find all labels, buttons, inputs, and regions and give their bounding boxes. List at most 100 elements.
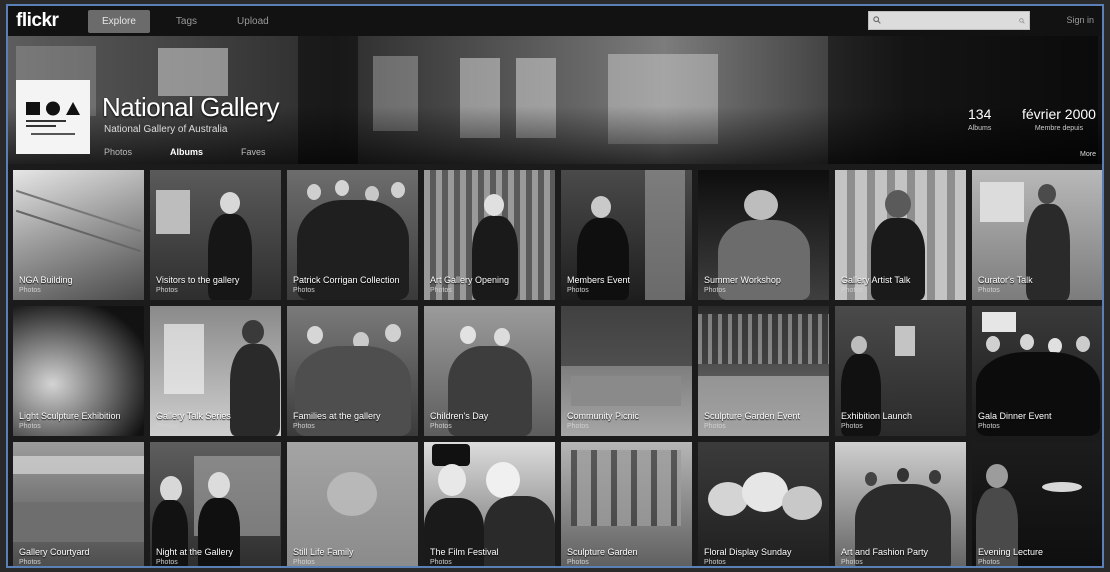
album-tile[interactable]: Summer Workshop Photos — [698, 170, 829, 300]
nav-explore[interactable]: Explore — [88, 9, 150, 33]
album-tile[interactable]: Light Sculpture Exhibition Photos — [13, 306, 144, 436]
album-tile[interactable]: Families at the gallery Photos — [287, 306, 418, 436]
album-tile[interactable]: Visitors to the gallery Photos — [150, 170, 281, 300]
album-title: Gallery Talk Series — [156, 411, 231, 421]
search-input[interactable] — [869, 12, 1019, 29]
gallery-avatar-logo[interactable] — [16, 80, 90, 154]
album-count: Photos — [430, 423, 452, 430]
album-count: Photos — [567, 559, 589, 566]
album-tile[interactable]: Exhibition Launch Photos — [835, 306, 966, 436]
album-count: Photos — [156, 287, 178, 294]
stat-member-since-label: Membre depuis — [1034, 125, 1084, 132]
album-title: Still Life Family — [293, 547, 354, 557]
stat-member-since: février 2000 Membre depuis — [1022, 106, 1096, 132]
album-title: Visitors to the gallery — [156, 275, 240, 285]
album-title: The Film Festival — [430, 547, 499, 557]
tab-albums[interactable]: Albums — [170, 147, 203, 157]
album-title: Art and Fashion Party — [841, 547, 929, 557]
profile-subtitle: National Gallery of Australia — [104, 124, 228, 135]
album-title: Families at the gallery — [293, 411, 381, 421]
stat-albums-label: Albums — [968, 125, 992, 132]
nav-upload[interactable]: Upload — [223, 10, 283, 33]
album-tile[interactable]: Children's Day Photos — [424, 306, 555, 436]
album-count: Photos — [430, 559, 452, 566]
album-count: Photos — [156, 559, 178, 566]
album-tile[interactable]: The Film Festival Photos — [424, 442, 555, 566]
album-title: Curator's Talk — [978, 275, 1033, 285]
album-count: Photos — [841, 423, 863, 430]
album-tile[interactable]: Curator's Talk Photos — [972, 170, 1102, 300]
album-tile[interactable]: Sculpture Garden Photos — [561, 442, 692, 566]
album-count: Photos — [293, 287, 315, 294]
sign-in-link[interactable]: Sign in — [1066, 15, 1094, 25]
tab-photos[interactable]: Photos — [104, 147, 132, 157]
nga-logo-icon — [26, 101, 80, 127]
album-count: Photos — [567, 423, 589, 430]
album-count: Photos — [19, 423, 41, 430]
album-title: Patrick Corrigan Collection — [293, 275, 400, 285]
album-title: Members Event — [567, 275, 631, 285]
album-title: Light Sculpture Exhibition — [19, 411, 121, 421]
stat-albums-value: 134 — [968, 106, 992, 122]
album-count: Photos — [430, 287, 452, 294]
album-tile[interactable]: Still Life Family Photos — [287, 442, 418, 566]
album-grid: NGA Building Photos Visitors to the galle… — [13, 170, 1102, 566]
album-title: Art Gallery Opening — [430, 275, 510, 285]
album-tile[interactable]: Members Event Photos — [561, 170, 692, 300]
album-count: Photos — [841, 559, 863, 566]
album-count: Photos — [567, 287, 589, 294]
logo-fineprint — [31, 132, 75, 135]
album-title: Night at the Gallery — [156, 547, 234, 557]
album-tile[interactable]: Gala Dinner Event Photos — [972, 306, 1102, 436]
album-tile[interactable]: Community Picnic Photos — [561, 306, 692, 436]
profile-title: National Gallery — [102, 92, 279, 122]
album-title: Exhibition Launch — [841, 411, 913, 421]
album-count: Photos — [156, 423, 178, 430]
top-nav-bar: flickr Explore Tags Upload Sign in — [8, 6, 1102, 36]
album-tile[interactable]: Sculpture Garden Event Photos — [698, 306, 829, 436]
album-title: Gala Dinner Event — [978, 411, 1052, 421]
album-title: Evening Lecture — [978, 547, 1044, 557]
search-submit-icon[interactable] — [1019, 16, 1025, 26]
album-count: Photos — [19, 287, 41, 294]
album-tile[interactable]: NGA Building Photos — [13, 170, 144, 300]
album-title: Summer Workshop — [704, 275, 781, 285]
album-count: Photos — [704, 287, 726, 294]
album-tile[interactable]: Gallery Artist Talk Photos — [835, 170, 966, 300]
album-tile[interactable]: Art Gallery Opening Photos — [424, 170, 555, 300]
album-title: NGA Building — [19, 275, 73, 285]
nav-tags[interactable]: Tags — [162, 10, 211, 33]
album-count: Photos — [704, 559, 726, 566]
album-tile[interactable]: Evening Lecture Photos — [972, 442, 1102, 566]
stat-albums: 134 Albums — [968, 106, 991, 132]
album-count: Photos — [293, 423, 315, 430]
album-count: Photos — [704, 423, 726, 430]
album-count: Photos — [978, 559, 1000, 566]
album-title: Sculpture Garden — [567, 547, 638, 557]
album-tile[interactable]: Patrick Corrigan Collection Photos — [287, 170, 418, 300]
album-tile[interactable]: Night at the Gallery Photos — [150, 442, 281, 566]
album-count: Photos — [978, 287, 1000, 294]
album-title: Sculpture Garden Event — [704, 411, 801, 421]
search-box[interactable] — [868, 11, 1030, 30]
stat-member-since-value: février 2000 — [1022, 106, 1096, 122]
album-tile[interactable]: Gallery Talk Series Photos — [150, 306, 281, 436]
album-tile[interactable]: Art and Fashion Party Photos — [835, 442, 966, 566]
more-link[interactable]: More — [1080, 151, 1096, 158]
album-title: Community Picnic — [567, 411, 640, 421]
search-icon — [873, 16, 881, 24]
album-count: Photos — [293, 559, 315, 566]
flickr-logo[interactable]: flickr — [16, 10, 88, 32]
album-title: Gallery Artist Talk — [841, 275, 911, 285]
album-tile[interactable]: Gallery Courtyard Photos — [13, 442, 144, 566]
album-title: Children's Day — [430, 411, 489, 421]
browser-frame: flickr Explore Tags Upload Sign in Natio… — [6, 4, 1104, 568]
profile-cover: National Gallery National Gallery of Aus… — [8, 36, 1102, 164]
album-count: Photos — [19, 559, 41, 566]
album-tile[interactable]: Floral Display Sunday Photos — [698, 442, 829, 566]
cover-photo-window — [158, 48, 228, 96]
album-count: Photos — [841, 287, 863, 294]
profile-tabs: Photos Albums Faves — [104, 147, 304, 157]
album-title: Gallery Courtyard — [19, 547, 90, 557]
tab-faves[interactable]: Faves — [241, 147, 266, 157]
